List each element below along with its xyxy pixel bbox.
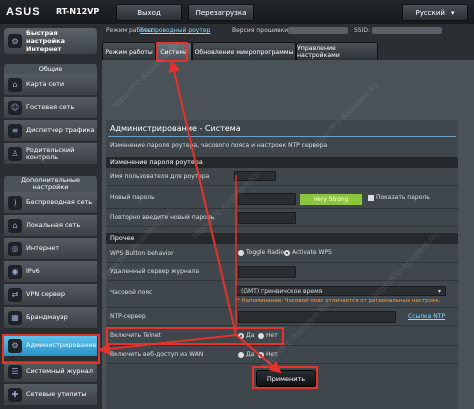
- arrow-to-admin-menu: [98, 334, 237, 355]
- annotation-arrows: [98, 60, 282, 374]
